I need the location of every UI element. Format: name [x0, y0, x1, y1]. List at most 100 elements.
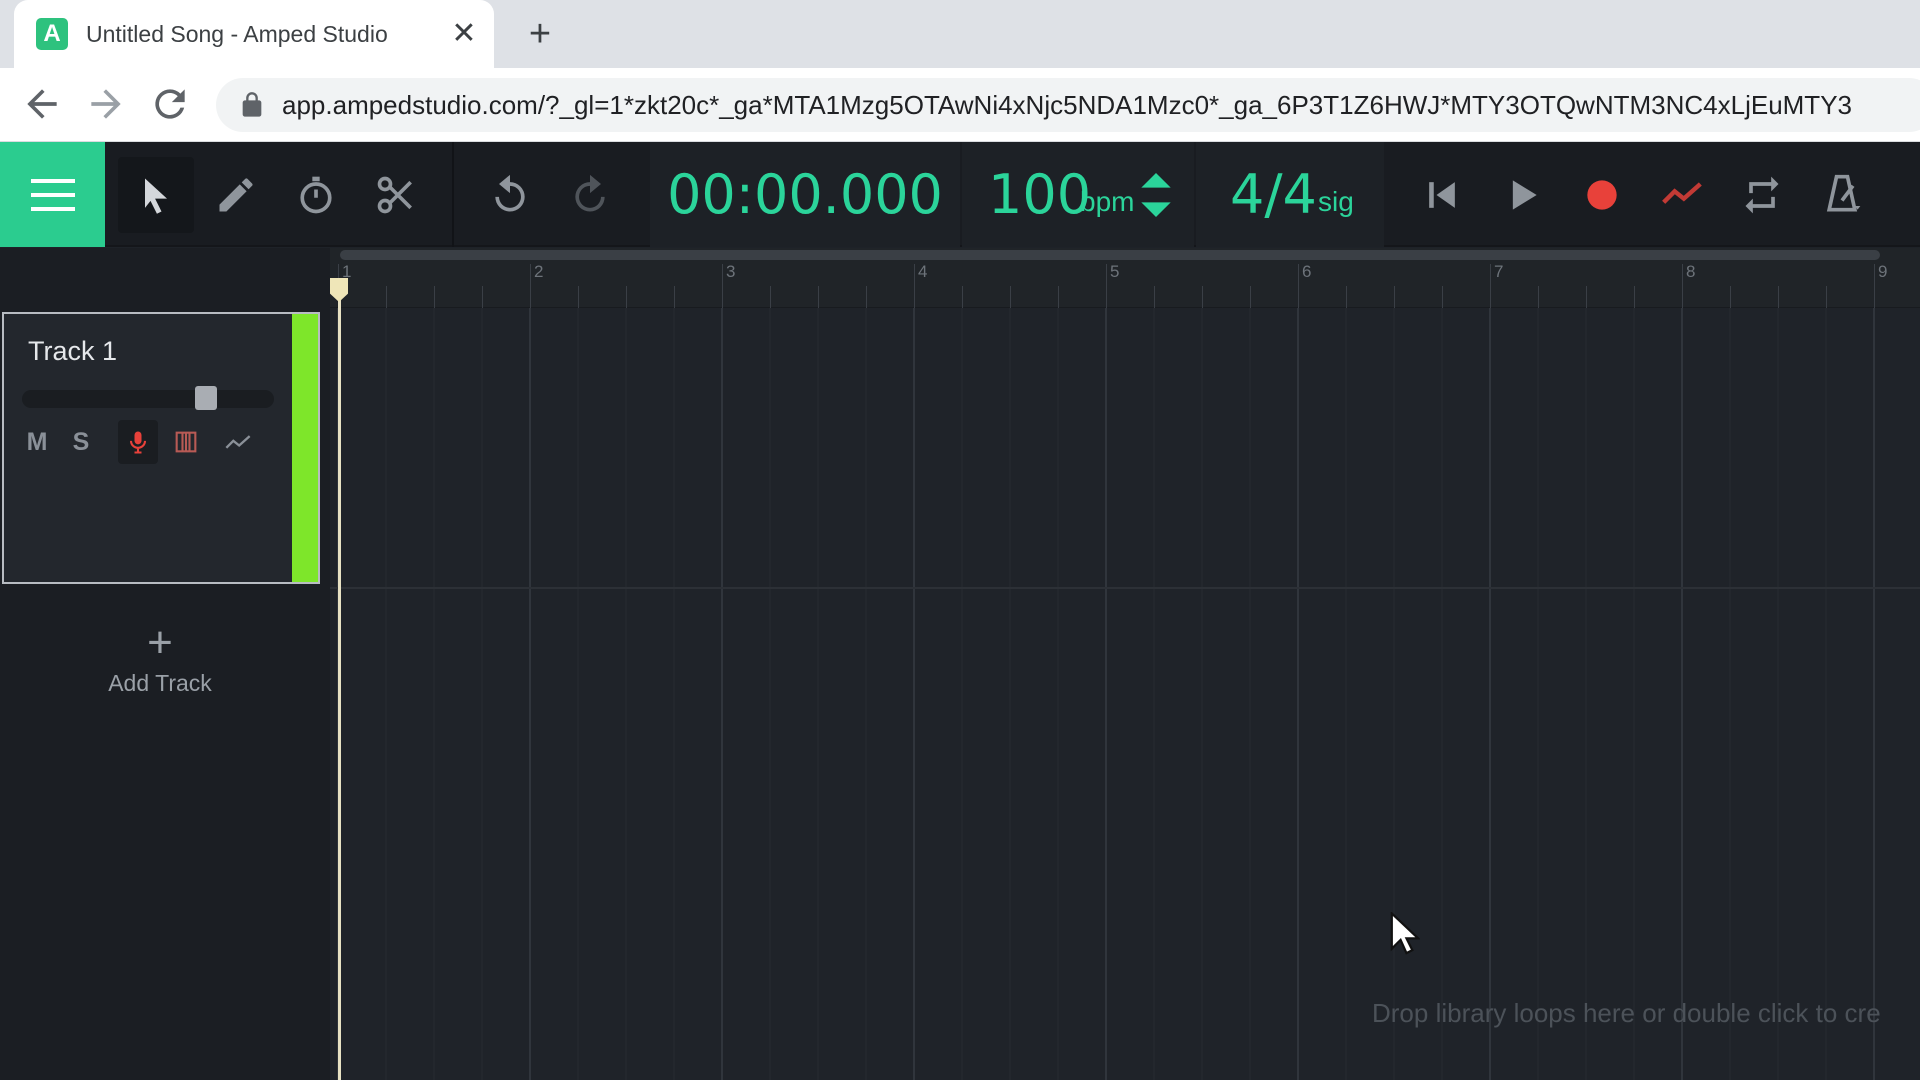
reload-icon: [155, 89, 185, 119]
ruler-tick: [1538, 286, 1539, 308]
ruler-bar-number: 4: [918, 262, 928, 281]
ruler-tick: [578, 286, 579, 308]
bpm-value: 100: [988, 163, 1092, 226]
tempo-control[interactable]: 100 bpm: [962, 142, 1194, 247]
ruler-bar-number: 7: [1494, 262, 1504, 281]
forward-button[interactable]: [84, 82, 128, 126]
ruler-tick: [914, 264, 915, 308]
automation-button[interactable]: [1644, 157, 1720, 233]
scissors-tool-button[interactable]: [358, 157, 434, 233]
lock-icon: [242, 92, 262, 117]
track-color-strip: [292, 314, 318, 582]
scissors-icon: [377, 176, 412, 214]
tab-close-icon[interactable]: ✕: [448, 18, 480, 50]
record-arm-button[interactable]: [118, 420, 158, 464]
instrument-button[interactable]: [168, 420, 204, 464]
menu-icon: [30, 178, 75, 211]
arrangement-timeline[interactable]: 123456789 Drop library loops here or dou…: [330, 248, 1920, 1080]
ruler-tick: [1778, 286, 1779, 308]
pointer-icon: [145, 178, 167, 214]
mute-button[interactable]: M: [20, 420, 54, 464]
automation-icon: [1662, 182, 1702, 204]
tempo-stepper-icon[interactable]: [1138, 170, 1174, 220]
ruler-tick: [1730, 286, 1731, 308]
ruler-tick: [386, 286, 387, 308]
time-signature-control[interactable]: 4/4 sig: [1196, 142, 1384, 247]
redo-button[interactable]: [552, 157, 628, 233]
add-track-button[interactable]: + Add Track: [60, 618, 260, 708]
pencil-tool-button[interactable]: [198, 157, 274, 233]
browser-tab-strip: A Untitled Song - Amped Studio ✕ +: [0, 0, 1920, 68]
undo-icon: [495, 174, 525, 212]
ruler-bar-number: 2: [534, 262, 544, 281]
timeline-ruler[interactable]: 123456789: [330, 248, 1920, 308]
ruler-tick: [1634, 286, 1635, 308]
back-arrow-icon: [27, 89, 57, 119]
ruler-bar-number: 6: [1302, 262, 1312, 281]
skip-to-start-icon: [1429, 182, 1455, 208]
track-header[interactable]: Track 1 M S: [2, 312, 320, 584]
sig-unit: sig: [1318, 186, 1354, 217]
ruler-tick: [1154, 286, 1155, 308]
track-name[interactable]: Track 1: [28, 336, 117, 367]
forward-arrow-icon: [91, 89, 121, 119]
volume-slider-thumb[interactable]: [195, 386, 217, 410]
ruler-tick: [1586, 286, 1587, 308]
ruler-tick: [1298, 264, 1299, 308]
mouse-cursor-icon: [1390, 912, 1420, 955]
play-button[interactable]: [1484, 157, 1560, 233]
playhead[interactable]: [338, 278, 341, 1080]
ruler-tick: [1202, 286, 1203, 308]
stopwatch-icon: [300, 176, 332, 214]
record-button[interactable]: [1564, 157, 1640, 233]
loop-icon: [1745, 176, 1779, 214]
pointer-tool-button[interactable]: [118, 157, 194, 233]
ruler-tick: [1826, 286, 1827, 308]
undo-button[interactable]: [472, 157, 548, 233]
track-automation-button[interactable]: [218, 420, 258, 464]
ruler-tick: [434, 286, 435, 308]
stopwatch-tool-button[interactable]: [278, 157, 354, 233]
skip-to-start-button[interactable]: [1404, 157, 1480, 233]
ruler-tick: [674, 286, 675, 308]
track-list-panel: Track 1 M S + Add Track: [0, 248, 330, 1080]
new-tab-icon[interactable]: +: [520, 14, 560, 54]
ruler-tick: [1058, 286, 1059, 308]
ruler-tick: [1490, 264, 1491, 308]
ruler-tick: [1874, 264, 1875, 308]
amped-favicon-icon: A: [36, 18, 68, 50]
play-icon: [1512, 180, 1537, 210]
ruler-tick: [1106, 264, 1107, 308]
ruler-tick: [1394, 286, 1395, 308]
sig-value: 4/4: [1230, 163, 1317, 226]
microphone-icon: [129, 431, 147, 454]
main-menu-button[interactable]: [0, 142, 105, 247]
reload-button[interactable]: [148, 82, 192, 126]
ruler-tick: [482, 286, 483, 308]
add-track-label: Add Track: [108, 670, 212, 696]
ruler-tick: [818, 286, 819, 308]
ruler-tick: [530, 264, 531, 308]
address-bar[interactable]: app.ampedstudio.com/?_gl=1*zkt20c*_ga*MT…: [216, 78, 1920, 132]
horizontal-scrollbar[interactable]: [340, 250, 1880, 260]
automation-curve-icon: [225, 435, 251, 449]
browser-tab[interactable]: A Untitled Song - Amped Studio ✕: [14, 0, 494, 68]
loop-button[interactable]: [1724, 157, 1800, 233]
volume-slider[interactable]: [22, 390, 274, 408]
ruler-bar-number: 9: [1878, 262, 1888, 281]
ruler-bar-number: 3: [726, 262, 736, 281]
ruler-tick: [1682, 264, 1683, 308]
time-display[interactable]: 00:00.000: [650, 142, 960, 247]
record-icon: [1587, 180, 1617, 210]
solo-button[interactable]: S: [64, 420, 98, 464]
ruler-tick: [1010, 286, 1011, 308]
url-text: app.ampedstudio.com/?_gl=1*zkt20c*_ga*MT…: [282, 90, 1852, 120]
pencil-icon: [219, 178, 253, 212]
metronome-icon: [1826, 174, 1861, 212]
plus-icon: +: [147, 618, 173, 667]
browser-toolbar: app.ampedstudio.com/?_gl=1*zkt20c*_ga*MT…: [0, 68, 1920, 142]
redo-icon: [575, 174, 605, 212]
back-button[interactable]: [20, 82, 64, 126]
timeline-grid: [330, 308, 1920, 1080]
metronome-button[interactable]: [1804, 157, 1880, 233]
